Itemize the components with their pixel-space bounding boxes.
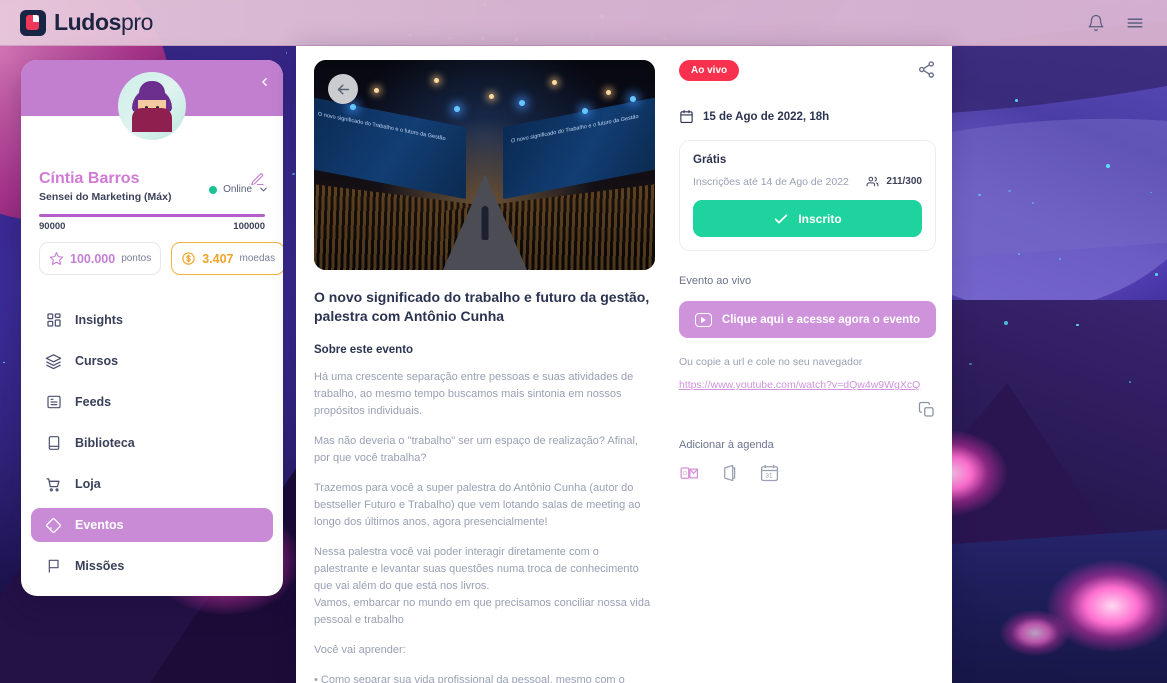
sidebar-item-feeds[interactable]: Feeds bbox=[31, 385, 273, 419]
sidebar-item-label: Biblioteca bbox=[75, 436, 135, 450]
points-value: 100.000 bbox=[70, 251, 116, 266]
registration-card: Grátis Inscrições até 14 de Ago de 2022 … bbox=[679, 140, 936, 251]
event-paragraph: Trazemos para você a super palestra do A… bbox=[314, 482, 641, 528]
google-calendar-icon[interactable]: 31 bbox=[759, 463, 780, 483]
coin-dollar-icon bbox=[181, 251, 196, 266]
event-paragraph: Mas não deveria o "trabalho" ser um espa… bbox=[314, 435, 638, 464]
live-access-button[interactable]: Clique aqui e acesse agora o evento bbox=[679, 301, 936, 338]
xp-max-value: 100000 bbox=[233, 221, 265, 232]
coins-badge[interactable]: 3.407 moedas bbox=[171, 242, 283, 275]
xp-progress-bar bbox=[39, 214, 265, 217]
event-hero-image: O novo significado do Trabalho e o futur… bbox=[314, 60, 655, 270]
layers-courses-icon bbox=[45, 353, 62, 370]
hamburger-menu-icon[interactable] bbox=[1125, 14, 1145, 32]
registration-deadline: Inscrições até 14 de Ago de 2022 bbox=[693, 175, 849, 188]
sidebar-item-cursos[interactable]: Cursos bbox=[31, 344, 273, 378]
copy-icon[interactable] bbox=[918, 401, 936, 419]
office-365-icon[interactable] bbox=[720, 463, 739, 483]
capacity-text: 211/300 bbox=[886, 176, 922, 187]
live-section-label: Evento ao vivo bbox=[679, 275, 752, 287]
sidebar-item-loja[interactable]: Loja bbox=[31, 467, 273, 501]
sidebar-item-label: Feeds bbox=[75, 395, 112, 409]
status-label: Online bbox=[223, 184, 252, 195]
brand-name: Ludospro bbox=[54, 9, 154, 35]
subscribe-button-label: Inscrito bbox=[798, 211, 842, 226]
sidebar-item-insights[interactable]: Insights bbox=[31, 303, 273, 337]
live-access-button-label: Clique aqui e acesse agora o evento bbox=[721, 313, 921, 326]
coins-value: 3.407 bbox=[202, 251, 234, 266]
coins-label: moedas bbox=[239, 253, 276, 264]
event-date-text: 15 de Ago de 2022, 18h bbox=[703, 110, 830, 123]
points-label: pontos bbox=[121, 253, 152, 264]
feed-news-icon bbox=[45, 394, 62, 411]
about-section-label: Sobre este evento bbox=[314, 344, 414, 356]
arrow-left-icon[interactable] bbox=[328, 74, 358, 104]
sidebar-item-biblioteca[interactable]: Biblioteca bbox=[31, 426, 273, 460]
star-icon bbox=[49, 251, 64, 266]
svg-text:31: 31 bbox=[766, 473, 773, 480]
event-main-column: O novo significado do Trabalho e o futur… bbox=[296, 46, 671, 683]
sidebar-item-label: Missões bbox=[75, 559, 125, 573]
ludos-logo-icon bbox=[20, 9, 46, 36]
cart-shop-icon bbox=[45, 476, 62, 493]
event-bullet: • Como separar sua vida profissional da … bbox=[314, 674, 625, 683]
event-paragraph: Vamos, embarcar no mundo em que precisam… bbox=[314, 597, 651, 626]
event-url-link[interactable]: https://www.youtube.com/watch?v=dQw4w9Wg… bbox=[679, 379, 936, 391]
brand-logo[interactable]: Ludospro bbox=[20, 9, 153, 36]
status-badge: Ao vivo bbox=[679, 60, 740, 81]
event-paragraph: Nessa palestra você vai poder interagir … bbox=[314, 546, 639, 592]
sidebar-item-label: Insights bbox=[75, 313, 123, 327]
user-name: Cíntia Barros bbox=[39, 170, 140, 187]
share-icon[interactable] bbox=[917, 60, 936, 79]
event-detail-panel: O novo significado do Trabalho e o futur… bbox=[296, 46, 952, 683]
grid-insights-icon bbox=[45, 312, 62, 329]
sidebar-item-eventos[interactable]: Eventos bbox=[31, 508, 273, 542]
app-header: Ludospro bbox=[0, 0, 1167, 46]
outlook-calendar-icon[interactable]: O bbox=[679, 464, 700, 483]
speaker-silhouette bbox=[481, 206, 488, 240]
event-paragraph: Há uma crescente separação entre pessoas… bbox=[314, 371, 634, 417]
svg-text:O: O bbox=[683, 471, 688, 477]
price-label: Grátis bbox=[693, 154, 727, 166]
status-selector[interactable]: Online bbox=[209, 184, 269, 195]
sidebar-item-label: Eventos bbox=[75, 518, 124, 532]
check-icon bbox=[773, 211, 789, 227]
sidebar-nav: Insights Cursos Feeds Biblioteca Loja Ev… bbox=[21, 303, 283, 596]
xp-min-value: 90000 bbox=[39, 221, 66, 232]
bell-icon[interactable] bbox=[1087, 14, 1105, 32]
flag-missions-icon bbox=[45, 558, 62, 575]
sidebar-item-missoes[interactable]: Missões bbox=[31, 549, 273, 583]
event-paragraph: Você vai aprender: bbox=[314, 644, 406, 656]
copy-url-hint: Ou copie a url e cole no seu navegador bbox=[679, 356, 863, 368]
page-title: O novo significado do trabalho e futuro … bbox=[314, 289, 650, 324]
chevron-left-icon[interactable] bbox=[258, 74, 271, 90]
app-window: Ludospro Online Cíntia Barros Sensei do … bbox=[0, 0, 1167, 683]
capacity-indicator: 211/300 bbox=[865, 175, 922, 188]
chevron-down-icon[interactable] bbox=[258, 184, 269, 195]
sidebar-item-label: Cursos bbox=[75, 354, 119, 368]
event-date: 15 de Ago de 2022, 18h bbox=[679, 109, 936, 124]
calendar-icon bbox=[679, 109, 694, 124]
points-badge[interactable]: 100.000 pontos bbox=[39, 242, 162, 275]
book-library-icon bbox=[45, 435, 62, 452]
ticket-events-icon bbox=[45, 517, 62, 534]
sidebar-item-label: Loja bbox=[75, 477, 101, 491]
play-video-icon bbox=[694, 312, 712, 327]
agenda-section-label: Adicionar à agenda bbox=[679, 439, 774, 451]
avatar[interactable] bbox=[118, 72, 186, 140]
event-aside-column: Ao vivo 15 de Ago de 2022, 18h Grátis In… bbox=[671, 46, 952, 683]
online-status-dot bbox=[209, 185, 218, 194]
profile-sidebar: Online Cíntia Barros Sensei do Marketing… bbox=[21, 60, 283, 596]
people-icon bbox=[865, 175, 880, 188]
subscribe-button[interactable]: Inscrito bbox=[693, 200, 922, 237]
